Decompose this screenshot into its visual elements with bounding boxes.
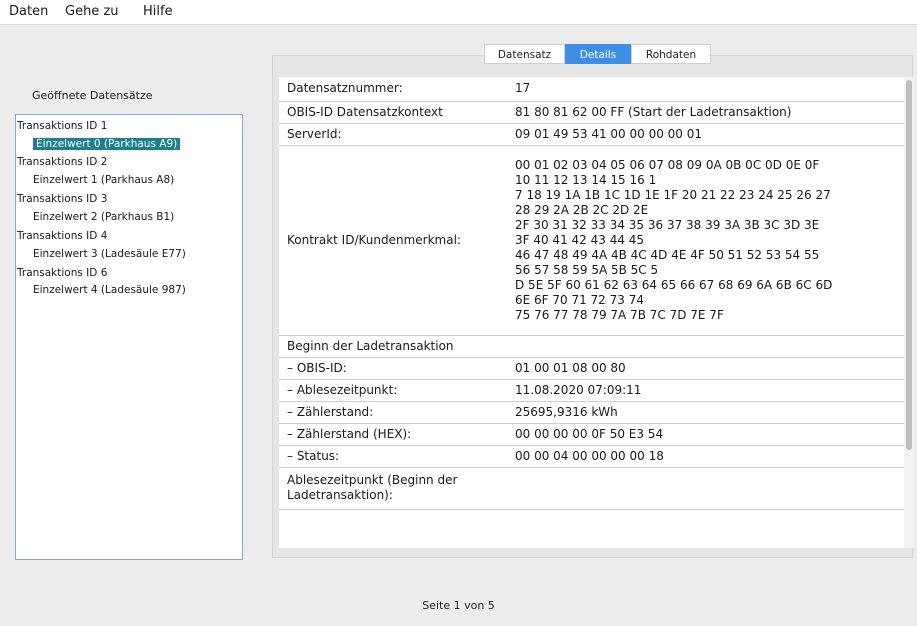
- tree-item-value[interactable]: Einzelwert 0 (Parkhaus A9): [33, 137, 181, 151]
- tree-item-label: Einzelwert 1 (Parkhaus A8): [33, 174, 175, 186]
- tree-item-label: Transaktions ID 4: [17, 230, 108, 242]
- detail-value-line: 10 11 12 13 14 15 16 1: [515, 172, 657, 187]
- detail-value-line: 00 01 02 03 04 05 06 07 08 09 0A 0B 0C 0…: [515, 157, 820, 172]
- detail-value-line: 81 80 81 62 00 FF (Start der Ladetransak…: [515, 104, 792, 119]
- tree-item-transaction[interactable]: Transaktions ID 1: [17, 119, 107, 133]
- detail-key: Ablesezeitpunkt (Beginn der Ladetransakt…: [279, 467, 509, 510]
- tab-datensatz[interactable]: Datensatz: [484, 44, 565, 64]
- detail-value-line: 7 18 19 1A 1B 1C 1D 1E 1F 20 21 22 23 24…: [515, 187, 831, 202]
- detail-row: – Ablesezeitpunkt: 11.08.2020 07:09:11: [279, 379, 904, 402]
- tree-item-label: Einzelwert 4 (Ladesäule 987): [33, 284, 186, 296]
- detail-key: ServerId:: [279, 123, 509, 146]
- opened-records-title: Geöffnete Datensätze: [32, 89, 153, 102]
- detail-value: 01 00 01 08 00 80: [509, 357, 904, 380]
- detail-value: 00 00 04 00 00 00 00 18: [509, 445, 904, 468]
- detail-value-line: 75 76 77 78 79 7A 7B 7C 7D 7E 7F: [515, 307, 724, 322]
- detail-key: – OBIS-ID:: [279, 357, 509, 380]
- detail-key: – Ablesezeitpunkt:: [279, 379, 509, 402]
- page-indicator: Seite 1 von 5: [422, 599, 495, 612]
- tree-item-value[interactable]: Einzelwert 3 (Ladesäule E77): [33, 247, 186, 261]
- menu-bar: Daten Gehe zu Hilfe: [0, 0, 917, 25]
- detail-row: OBIS-ID Datensatzkontext 81 80 81 62 00 F…: [279, 101, 904, 124]
- menu-gehe-zu[interactable]: Gehe zu: [65, 0, 119, 24]
- detail-value-line: D 5E 5F 60 61 62 63 64 65 66 67 68 69 6A…: [515, 277, 833, 292]
- tree-item-transaction[interactable]: Transaktions ID 3: [17, 192, 107, 206]
- detail-row: Kontrakt ID/Kundenmerkmal: 00 01 02 03 04…: [279, 145, 904, 336]
- detail-value: 25695,9316 kWh: [509, 401, 904, 424]
- detail-value-line: 17: [515, 81, 531, 96]
- detail-row: – Status: 00 00 04 00 00 00 00 18: [279, 445, 904, 468]
- detail-value-line: 25695,9316 kWh: [515, 404, 618, 419]
- scrollbar-thumb[interactable]: [906, 80, 912, 450]
- detail-key: Beginn der Ladetransaktion: [279, 335, 509, 358]
- records-tree[interactable]: Transaktions ID 1 Einzelwert 0 (Parkhaus …: [15, 114, 243, 560]
- detail-value: 11.08.2020 07:09:11: [509, 379, 904, 402]
- tree-item-label: Transaktions ID 3: [17, 193, 108, 205]
- tree-item-value[interactable]: Einzelwert 4 (Ladesäule 987): [33, 283, 186, 297]
- detail-value-line: 09 01 49 53 41 00 00 00 00 01: [515, 126, 703, 141]
- menu-hilfe[interactable]: Hilfe: [143, 0, 173, 24]
- details-table-container[interactable]: Datensatznummer: 17 OBIS-ID Datensatzkonte…: [279, 77, 904, 548]
- detail-row: – Zählerstand (HEX): 00 00 00 00 0F 50 E3…: [279, 423, 904, 446]
- detail-value: [509, 335, 904, 358]
- detail-value: 81 80 81 62 00 FF (Start der Ladetransak…: [509, 101, 904, 124]
- tree-item-transaction[interactable]: Transaktions ID 2: [17, 155, 107, 169]
- tree-item-label: Transaktions ID 2: [17, 156, 108, 168]
- details-table: Datensatznummer: 17 OBIS-ID Datensatzkonte…: [279, 77, 904, 510]
- detail-value: 00 01 02 03 04 05 06 07 08 09 0A 0B 0C 0…: [509, 145, 904, 336]
- tab-details[interactable]: Details: [565, 44, 631, 64]
- detail-value-line: 2F 30 31 32 33 34 35 36 37 38 39 3A 3B 3…: [515, 217, 820, 232]
- detail-key: Kontrakt ID/Kundenmerkmal:: [279, 145, 509, 336]
- tree-item-label: Transaktions ID 1: [17, 120, 108, 132]
- detail-key: – Status:: [279, 445, 509, 468]
- tree-item-label: Einzelwert 2 (Parkhaus B1): [33, 211, 175, 223]
- detail-value-line: 3F 40 41 42 43 44 45: [515, 232, 645, 247]
- detail-value-line: 6E 6F 70 71 72 73 74: [515, 292, 644, 307]
- detail-value: 17: [509, 77, 904, 102]
- detail-value: [509, 467, 904, 510]
- menu-daten[interactable]: Daten: [9, 0, 48, 24]
- detail-value-line: 00 00 04 00 00 00 00 18: [515, 448, 664, 463]
- detail-value-line: 56 57 58 59 5A 5B 5C 5: [515, 262, 659, 277]
- detail-value: 09 01 49 53 41 00 00 00 00 01: [509, 123, 904, 146]
- tree-item-value[interactable]: Einzelwert 1 (Parkhaus A8): [33, 173, 174, 187]
- detail-key: – Zählerstand:: [279, 401, 509, 424]
- detail-value-line: 11.08.2020 07:09:11: [515, 382, 642, 397]
- detail-value-line: 00 00 00 00 0F 50 E3 54: [515, 426, 664, 441]
- tree-item-label: Transaktions ID 6: [17, 267, 108, 279]
- detail-value: 00 00 00 00 0F 50 E3 54: [509, 423, 904, 446]
- detail-row: – Zählerstand: 25695,9316 kWh: [279, 401, 904, 424]
- detail-key: Datensatznummer:: [279, 77, 509, 102]
- detail-row: Datensatznummer: 17: [279, 77, 904, 102]
- detail-value-line: 01 00 01 08 00 80: [515, 360, 626, 375]
- tab-rohdaten[interactable]: Rohdaten: [631, 44, 711, 64]
- detail-row: – OBIS-ID: 01 00 01 08 00 80: [279, 357, 904, 380]
- tree-item-value[interactable]: Einzelwert 2 (Parkhaus B1): [33, 210, 174, 224]
- detail-value-line: 28 29 2A 2B 2C 2D 2E: [515, 202, 649, 217]
- detail-row: Ablesezeitpunkt (Beginn der Ladetransakt…: [279, 467, 904, 510]
- tree-item-label: Einzelwert 0 (Parkhaus A9): [33, 138, 181, 150]
- detail-key: OBIS-ID Datensatzkontext: [279, 101, 509, 124]
- detail-key: – Zählerstand (HEX):: [279, 423, 509, 446]
- tree-item-transaction[interactable]: Transaktions ID 4: [17, 229, 107, 243]
- detail-row: ServerId: 09 01 49 53 41 00 00 00 00 01: [279, 123, 904, 146]
- detail-value-line: 46 47 48 49 4A 4B 4C 4D 4E 4F 50 51 52 5…: [515, 247, 820, 262]
- tree-item-label: Einzelwert 3 (Ladesäule E77): [33, 248, 186, 260]
- tree-item-transaction[interactable]: Transaktions ID 6: [17, 266, 107, 280]
- detail-row: Beginn der Ladetransaktion: [279, 335, 904, 358]
